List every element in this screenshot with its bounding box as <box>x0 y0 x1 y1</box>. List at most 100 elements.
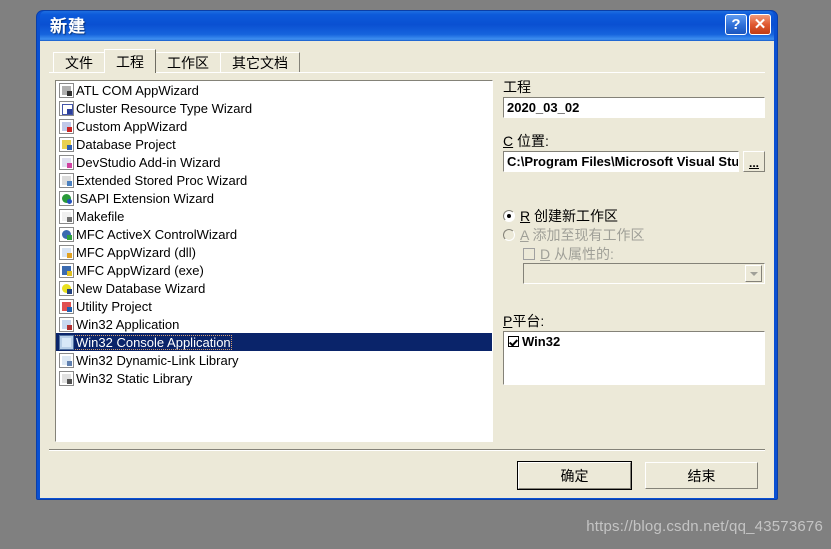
project-options-panel: 工程 2020_03_02 C 位置: C:\Program Files\Mic… <box>503 80 765 475</box>
project-name-input[interactable]: 2020_03_02 <box>503 97 765 118</box>
tab-strip: 文件 工程 工作区 其它文档 <box>49 49 765 73</box>
platform-item[interactable]: Win32 <box>508 335 764 348</box>
win32-console-application-icon <box>59 334 74 350</box>
list-item[interactable]: MFC ActiveX ControlWizard <box>56 225 492 243</box>
database-project-icon <box>59 136 74 152</box>
win32-application-icon <box>59 316 74 332</box>
list-item-label: Win32 Application <box>76 316 180 332</box>
list-item-label: Utility Project <box>76 298 152 314</box>
help-icon[interactable]: ? <box>725 14 747 35</box>
list-item[interactable]: ATL COM AppWizard <box>56 81 492 99</box>
location-accelerator: C <box>503 133 514 149</box>
platform-accelerator: P <box>503 313 513 329</box>
radio-indicator-icon <box>503 209 515 222</box>
ok-button[interactable]: 确定 <box>517 461 632 490</box>
checkbox-accelerator: D <box>540 245 551 262</box>
list-item-label: Win32 Static Library <box>76 370 193 386</box>
utility-project-icon <box>59 298 74 314</box>
list-item[interactable]: Makefile <box>56 207 492 225</box>
list-item[interactable]: Win32 Static Library <box>56 369 492 387</box>
win32-dynamic-link-library-icon <box>59 352 74 368</box>
location-input[interactable]: C:\Program Files\Microsoft Visual Studio… <box>503 151 739 172</box>
mfc-appwizard-dll-icon <box>59 244 74 260</box>
extended-stored-proc-wizard-icon <box>59 172 74 188</box>
list-item-label: New Database Wizard <box>76 280 206 296</box>
list-item-label: Win32 Dynamic-Link Library <box>76 352 239 368</box>
list-item[interactable]: MFC AppWizard (dll) <box>56 243 492 261</box>
dependency-combo <box>523 263 765 284</box>
win32-static-library-icon <box>59 370 74 386</box>
browse-button-label: ... <box>748 156 759 170</box>
list-item[interactable]: ISAPI Extension Wizard <box>56 189 492 207</box>
tab-files[interactable]: 文件 <box>53 52 105 73</box>
list-item[interactable]: Cluster Resource Type Wizard <box>56 99 492 117</box>
list-item-label: Custom AppWizard <box>76 118 188 134</box>
checkbox-checked-icon[interactable] <box>508 336 519 347</box>
list-item[interactable]: Database Project <box>56 135 492 153</box>
checkbox-dependency-label: D 从属性的: <box>540 247 614 261</box>
list-item[interactable]: Win32 Dynamic-Link Library <box>56 351 492 369</box>
list-item-label: DevStudio Add-in Wizard <box>76 154 221 170</box>
footer-divider <box>49 449 765 451</box>
new-database-wizard-icon <box>59 280 74 296</box>
custom-appwizard-icon <box>59 118 74 134</box>
radio-create-new-workspace-label: R 创建新工作区 <box>520 209 618 223</box>
list-item[interactable]: New Database Wizard <box>56 279 492 297</box>
checkbox-dependency: D 从属性的: <box>503 244 765 263</box>
radio-add-to-existing-workspace: A 添加至现有工作区 <box>503 225 765 244</box>
list-item-label: MFC AppWizard (exe) <box>76 262 204 278</box>
list-item-label: Makefile <box>76 208 125 224</box>
list-item-label: Win32 Console Application <box>73 334 232 350</box>
project-name-label: 工程 <box>503 79 531 95</box>
list-item-label: Database Project <box>76 136 176 152</box>
watermark-text: https://blog.csdn.net/qq_43573676 <box>586 518 823 535</box>
checkbox-indicator-icon <box>523 247 535 260</box>
list-item-label: MFC ActiveX ControlWizard <box>76 226 238 242</box>
radio-accelerator: A <box>520 226 529 243</box>
atl-com-appwizard-icon <box>59 82 74 98</box>
list-item[interactable]: Win32 Application <box>56 315 492 333</box>
new-project-dialog: 新建 ? ✕ 文件 工程 工作区 其它文档 ATL COM AppWizard … <box>36 10 778 500</box>
cancel-button[interactable]: 结束 <box>645 462 758 489</box>
list-item[interactable]: Extended Stored Proc Wizard <box>56 171 492 189</box>
cluster-resource-type-wizard-icon <box>59 100 74 116</box>
isapi-extension-wizard-icon <box>59 190 74 206</box>
platform-checklist[interactable]: Win32 <box>503 331 765 385</box>
list-item[interactable]: MFC AppWizard (exe) <box>56 261 492 279</box>
checkbox-label-text: 从属性的: <box>554 245 614 262</box>
platform-label: P平台: <box>503 314 765 328</box>
dialog-client-area: 文件 工程 工作区 其它文档 ATL COM AppWizard Cluster… <box>40 41 774 498</box>
tab-other-documents[interactable]: 其它文档 <box>220 52 300 73</box>
makefile-icon <box>59 208 74 224</box>
list-item[interactable]: Custom AppWizard <box>56 117 492 135</box>
radio-add-to-existing-workspace-label: A 添加至现有工作区 <box>520 228 644 242</box>
mfc-activex-controlwizard-icon <box>59 226 74 242</box>
location-label-text: 位置: <box>517 133 549 149</box>
close-icon[interactable]: ✕ <box>749 14 771 35</box>
browse-button[interactable]: ... <box>743 151 765 172</box>
chevron-down-icon <box>745 265 762 282</box>
platform-label-text: 平台: <box>512 313 545 329</box>
dialog-buttons: 确定 结束 <box>517 461 758 490</box>
radio-label-text: 添加至现有工作区 <box>532 226 645 243</box>
projects-tab-page: ATL COM AppWizard Cluster Resource Type … <box>49 72 765 475</box>
tab-workspaces[interactable]: 工作区 <box>155 52 221 73</box>
devstudio-addin-wizard-icon <box>59 154 74 170</box>
window-title: 新建 <box>50 16 86 36</box>
title-bar[interactable]: 新建 ? ✕ <box>40 11 774 41</box>
platform-item-label: Win32 <box>522 334 561 349</box>
mfc-appwizard-exe-icon <box>59 262 74 278</box>
list-item-label: ISAPI Extension Wizard <box>76 190 214 206</box>
list-item[interactable]: DevStudio Add-in Wizard <box>56 153 492 171</box>
list-item[interactable]: Utility Project <box>56 297 492 315</box>
project-type-list[interactable]: ATL COM AppWizard Cluster Resource Type … <box>55 80 493 442</box>
list-item-selected[interactable]: Win32 Console Application <box>56 333 492 351</box>
list-item-label: Extended Stored Proc Wizard <box>76 172 248 188</box>
list-item-label: ATL COM AppWizard <box>76 82 199 98</box>
tab-projects[interactable]: 工程 <box>104 49 156 73</box>
location-label: C 位置: <box>503 134 765 148</box>
radio-create-new-workspace[interactable]: R 创建新工作区 <box>503 206 765 225</box>
